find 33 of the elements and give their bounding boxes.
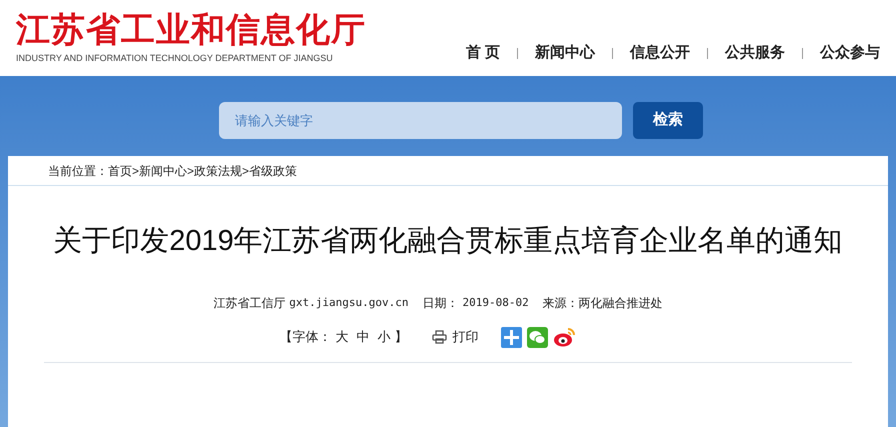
breadcrumb-separator: > (132, 162, 140, 180)
font-size-option[interactable]: 小 (378, 327, 390, 347)
breadcrumb-separator: > (242, 162, 250, 180)
breadcrumb-link[interactable]: 政策法规 (194, 162, 242, 180)
site-title: 江苏省工业和信息化厅 (16, 10, 366, 50)
font-size-bracket: 】 (394, 328, 408, 346)
font-size-option[interactable]: 大 (336, 327, 348, 347)
nav-link[interactable]: 公共服务 (725, 42, 785, 64)
breadcrumb-label: 当前位置： (48, 162, 108, 180)
breadcrumb-separator: > (187, 162, 194, 180)
wechat-icon[interactable] (526, 326, 548, 348)
breadcrumb-link[interactable]: 新闻中心 (139, 162, 188, 180)
nav-link[interactable]: 公众参与 (820, 42, 880, 64)
nav-link[interactable]: 信息公开 (630, 42, 690, 64)
article-title: 关于印发2019年江苏省两化融合贯标重点培育企业名单的通知 (53, 224, 843, 259)
weibo-icon[interactable] (552, 326, 576, 348)
meta-text: 江苏省工信厅 (213, 295, 286, 312)
share-plus-icon[interactable] (500, 326, 522, 348)
search-button[interactable]: 检索 (633, 102, 703, 139)
search-field[interactable]: 请输入关键字 (219, 102, 622, 139)
site-subtitle: INDUSTRY AND INFORMATION TECHNOLOGY DEPARTMENT OF JIANGSU (16, 52, 334, 65)
meta-text: 日期： (422, 295, 458, 312)
breadcrumb-link[interactable]: 省级政策 (249, 162, 298, 180)
font-size-label: 【字体： (280, 328, 332, 346)
meta-text: 来源：两化融合推进处 (542, 295, 663, 312)
breadcrumb-link[interactable]: 首页 (108, 162, 132, 180)
nav-link[interactable]: 首 页 (466, 42, 500, 64)
nav-link[interactable]: 新闻中心 (535, 42, 595, 64)
printer-icon[interactable] (432, 330, 446, 344)
meta-text: 2019-08-02 (462, 294, 529, 311)
font-size-option[interactable]: 中 (356, 327, 370, 347)
meta-text: gxt.jiangsu.gov.cn (289, 294, 408, 311)
print-link[interactable]: 打印 (452, 327, 478, 347)
